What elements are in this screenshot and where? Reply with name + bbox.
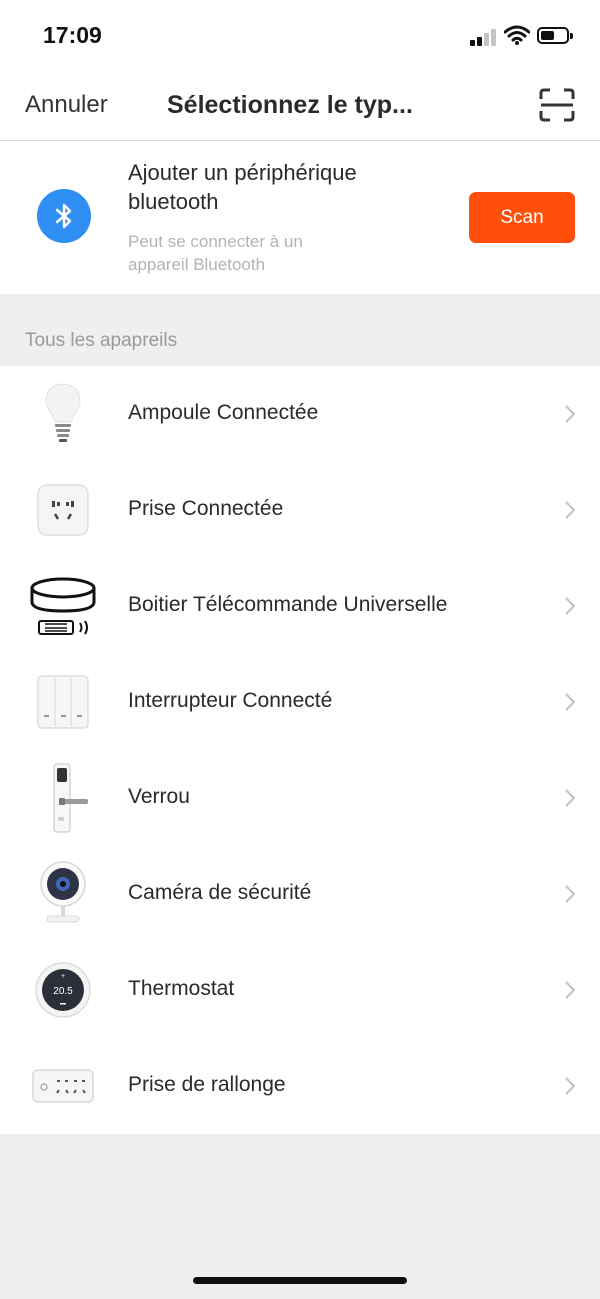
status-time: 17:09 — [43, 22, 102, 48]
chevron-right-icon — [565, 789, 576, 807]
cellular-signal-icon — [470, 28, 500, 46]
thermostat-icon: 20.5 + — [35, 962, 91, 1018]
page-title: Sélectionnez le typ... — [167, 91, 413, 119]
device-list: Ampoule Connectée Prise Connectée Boitie… — [0, 366, 600, 1134]
bluetooth-subtitle: Peut se connecter à un appareil Bluetoot… — [128, 232, 303, 274]
ir-remote-hub-icon — [30, 577, 96, 635]
list-item[interactable]: Boitier Télécommande Universelle — [0, 558, 600, 654]
chevron-right-icon — [565, 693, 576, 711]
chevron-right-icon — [565, 1077, 576, 1095]
list-item[interactable]: Verrou — [0, 750, 600, 846]
scan-frame-icon[interactable] — [539, 88, 575, 122]
plug-icon — [37, 484, 89, 536]
scan-button[interactable]: Scan — [469, 192, 575, 243]
svg-text:+: + — [61, 973, 65, 980]
bluetooth-icon — [37, 189, 91, 243]
device-label: Boitier Télécommande Universelle — [128, 593, 448, 616]
chevron-right-icon — [565, 501, 576, 519]
chevron-right-icon — [565, 981, 576, 999]
wall-switch-icon — [37, 675, 89, 729]
list-item[interactable]: Caméra de sécurité — [0, 846, 600, 942]
door-lock-icon — [53, 763, 88, 833]
device-label: Verrou — [128, 785, 190, 808]
chevron-right-icon — [565, 405, 576, 423]
list-item[interactable]: Prise de rallonge — [0, 1038, 600, 1134]
list-item[interactable]: Ampoule Connectée — [0, 366, 600, 462]
device-label: Thermostat — [128, 977, 235, 1000]
section-label: Tous les apapreils — [25, 330, 178, 351]
device-label: Prise de rallonge — [128, 1073, 286, 1096]
device-label: Ampoule Connectée — [128, 401, 319, 424]
battery-icon — [537, 27, 573, 44]
device-label: Caméra de sécurité — [128, 881, 312, 904]
security-camera-icon — [40, 861, 86, 923]
device-label: Interrupteur Connecté — [128, 689, 333, 712]
chevron-right-icon — [565, 597, 576, 615]
list-item[interactable]: Prise Connectée — [0, 462, 600, 558]
wifi-icon — [504, 25, 530, 45]
power-strip-icon — [32, 1069, 94, 1103]
thermostat-value: 20.5 — [53, 986, 73, 997]
list-item[interactable]: Interrupteur Connecté — [0, 654, 600, 750]
bluetooth-title: Ajouter un périphérique bluetooth — [128, 160, 357, 214]
device-label: Prise Connectée — [128, 497, 284, 520]
chevron-right-icon — [565, 885, 576, 903]
cancel-button[interactable]: Annuler — [25, 91, 108, 119]
list-item[interactable]: 20.5 + Thermostat — [0, 942, 600, 1038]
bulb-icon — [45, 383, 81, 442]
home-indicator[interactable] — [193, 1277, 407, 1284]
